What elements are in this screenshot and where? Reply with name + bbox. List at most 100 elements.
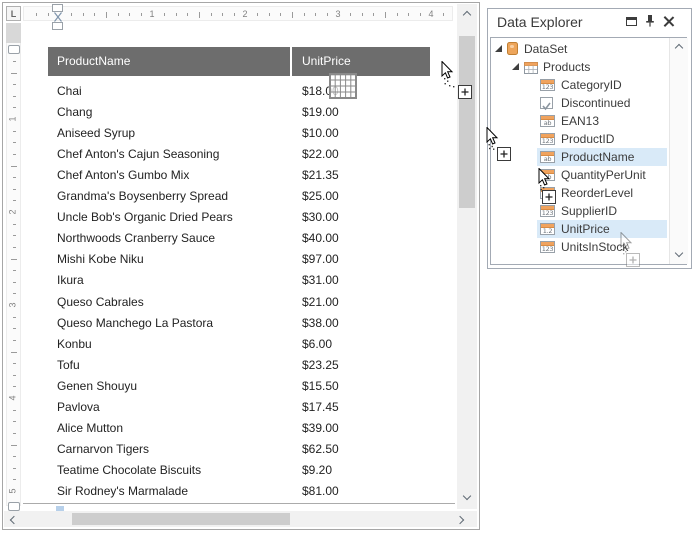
unit-price-cell: $19.00 <box>302 105 339 120</box>
ruler-number: 4 <box>7 395 18 401</box>
tree-item-label: QuantityPerUnit <box>561 167 646 182</box>
ruler-number: 1 <box>7 116 18 122</box>
field-icon-glyph: ab <box>543 118 552 127</box>
table-row[interactable]: Tofu $23.25 <box>48 355 430 376</box>
tree-item-discontinued[interactable]: Discontinued <box>491 94 687 112</box>
unit-price-cell: $9.20 <box>302 462 333 477</box>
table-row[interactable]: Carnarvon Tigers $62.50 <box>48 439 430 460</box>
table-row[interactable]: Mishi Kobe Niku $97.00 <box>48 249 430 270</box>
table-row[interactable]: Chef Anton's Cajun Seasoning $22.00 <box>48 144 430 165</box>
ruler-number: 3 <box>335 8 341 19</box>
h-ruler: 1 2 3 4 <box>23 6 453 21</box>
table-row[interactable]: Chef Anton's Gumbo Mix $21.35 <box>48 165 430 186</box>
pin-icon[interactable] <box>645 14 655 28</box>
table-header-unitprice[interactable]: UnitPrice <box>292 47 430 76</box>
tree-item-reorderlevel[interactable]: 123ReorderLevel <box>491 184 687 202</box>
table-header-productname-label: ProductName <box>57 54 131 68</box>
tree-scroll-down-icon[interactable] <box>674 248 684 258</box>
tree-item-supplierid[interactable]: 123 SupplierID <box>491 202 687 220</box>
column-grip-top[interactable] <box>52 4 63 12</box>
product-name-cell: Chef Anton's Cajun Seasoning <box>57 147 220 162</box>
tree-item-products[interactable]: Products <box>491 58 687 76</box>
field-icon-glyph: 1.2 <box>542 226 553 235</box>
product-name-cell: Chef Anton's Gumbo Mix <box>57 168 190 183</box>
database-icon <box>507 42 518 55</box>
product-name-cell: Uncle Bob's Organic Dried Pears <box>57 210 233 225</box>
table-row[interactable]: Queso Cabrales $21.00 <box>48 292 430 313</box>
tree-item-ean13[interactable]: ab EAN13 <box>491 112 687 130</box>
ruler-number: 1 <box>149 8 155 19</box>
tree-scrollbar[interactable] <box>669 38 688 264</box>
tree-item-label: Products <box>543 59 591 74</box>
product-name-cell: Aniseed Syrup <box>57 126 136 141</box>
field-icon-ab: ab <box>540 150 555 163</box>
tree-item-dataset[interactable]: DataSet <box>491 40 687 58</box>
field-icon-123: 123 <box>540 204 555 217</box>
table-row[interactable]: Chang $19.00 <box>48 102 430 123</box>
h-scrollbar-thumb[interactable] <box>72 513 290 525</box>
tree-item-label: UnitsInStock <box>561 239 629 254</box>
panel-title: Data Explorer <box>497 14 583 30</box>
band-bottom-handle[interactable] <box>8 502 20 511</box>
ruler-number: 4 <box>428 8 434 19</box>
tree-item-categoryid[interactable]: 123 CategoryID <box>491 76 687 94</box>
drag-cursor <box>538 168 556 204</box>
ruler-number: 2 <box>7 209 18 215</box>
screenshot-root: L 1234 12345 ProductName UnitPrice Chai $… <box>0 0 693 540</box>
product-name-cell: Grandma's Boysenberry Spread <box>57 189 229 204</box>
expander-icon[interactable] <box>495 45 502 52</box>
table-row[interactable]: Ikura $31.00 <box>48 270 430 291</box>
table-row[interactable]: Teatime Chocolate Biscuits $9.20 <box>48 460 430 481</box>
product-name-cell: Alice Mutton <box>57 420 124 435</box>
product-name-cell: Genen Shouyu <box>57 378 138 393</box>
tree-item-unitsinstock[interactable]: 123 UnitsInStock <box>491 238 687 256</box>
product-name-cell: Pavlova <box>57 399 100 414</box>
column-grip-x-icon[interactable] <box>53 12 62 22</box>
product-name-cell: Northwoods Cranberry Sauce <box>57 231 216 246</box>
product-name-cell: Ikura <box>57 273 84 288</box>
scroll-up-icon[interactable] <box>462 10 472 20</box>
ruler-corner-button[interactable]: L <box>6 6 21 21</box>
table-row[interactable]: Chai $18.00 <box>48 81 430 102</box>
table-row[interactable]: Northwoods Cranberry Sauce $40.00 <box>48 228 430 249</box>
field-icon-123: 123 <box>540 132 555 145</box>
unit-price-cell: $39.00 <box>302 420 339 435</box>
tree-item-unitprice[interactable]: 1.2 UnitPrice <box>491 220 687 238</box>
product-name-cell: Tofu <box>57 357 80 372</box>
table-row[interactable]: Genen Shouyu $15.50 <box>48 376 430 397</box>
tree-item-quantityperunit[interactable]: ab QuantityPerUnit <box>491 166 687 184</box>
expander-icon[interactable] <box>512 63 519 70</box>
field-icon-123: 123 <box>540 78 555 91</box>
column-grip-bottom[interactable] <box>52 22 63 30</box>
table-row[interactable]: Sir Rodney's Marmalade $81.00 <box>48 481 430 502</box>
unit-price-cell: $62.50 <box>302 441 339 456</box>
drag-cursor <box>441 61 472 99</box>
unit-price-cell: $21.00 <box>302 294 339 309</box>
product-name-cell: Chang <box>57 105 93 120</box>
table-row[interactable]: Uncle Bob's Organic Dried Pears $30.00 <box>48 207 430 228</box>
table-row[interactable]: Alice Mutton $39.00 <box>48 418 430 439</box>
scroll-left-icon[interactable] <box>9 515 19 525</box>
field-icon-glyph: 123 <box>541 208 554 217</box>
table-header-productname[interactable]: ProductName <box>48 47 290 76</box>
band-separator-line <box>23 503 455 504</box>
h-scrollbar[interactable] <box>4 511 477 527</box>
unit-price-cell: $10.00 <box>302 126 339 141</box>
table-row[interactable]: Konbu $6.00 <box>48 334 430 355</box>
scroll-right-icon[interactable] <box>455 515 465 525</box>
tree-scroll-up-icon[interactable] <box>674 43 684 53</box>
unit-price-cell: $22.00 <box>302 147 339 162</box>
tree-item-productname[interactable]: ab ProductName <box>491 148 687 166</box>
scroll-down-icon[interactable] <box>462 491 472 501</box>
table-row[interactable]: Grandma's Boysenberry Spread $25.00 <box>48 186 430 207</box>
table-row[interactable]: Queso Manchego La Pastora $38.00 <box>48 313 430 334</box>
tree-item-label: ReorderLevel <box>561 185 634 200</box>
close-icon[interactable] <box>663 15 675 28</box>
band-top-handle[interactable] <box>8 45 20 54</box>
field-icon-1.2: 1.2 <box>540 222 555 235</box>
field-icon-glyph: 123 <box>541 244 554 253</box>
table-row[interactable]: Pavlova $17.45 <box>48 397 430 418</box>
table-row[interactable]: Aniseed Syrup $10.00 <box>48 123 430 144</box>
restore-window-icon[interactable] <box>626 17 637 26</box>
tree-item-productid[interactable]: 123 ProductID <box>491 130 687 148</box>
